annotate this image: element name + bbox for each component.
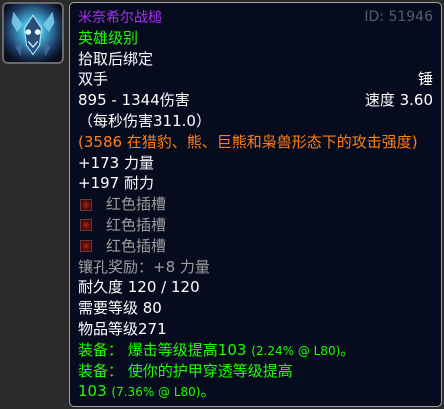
item-icon[interactable] <box>2 2 64 64</box>
equip-text: 爆击等级提高103 <box>127 340 247 359</box>
equip-effect-armor-pen: 装备： 使你的护甲穿透等级提高 <box>78 361 433 382</box>
equip-suffix: 。 <box>200 382 216 401</box>
socket-bonus: 镶孔奖励：+8 力量 <box>78 257 210 276</box>
weapon-dps: （每秒伤害311.0） <box>78 111 211 130</box>
stat-strength: +173 力量 <box>78 153 154 172</box>
mace-head-icon <box>4 4 62 62</box>
required-level: 需要等级 80 <box>78 299 162 318</box>
equip-text: 使你的护甲穿透等级提高 <box>127 361 293 380</box>
weapon-speed: 速度 3.60 <box>364 91 433 110</box>
red-socket-icon <box>80 198 92 211</box>
equip-value: 103 <box>78 382 107 401</box>
item-id: ID: 51946 <box>364 9 433 25</box>
item-slot: 双手 <box>78 70 109 89</box>
item-quality: 英雄级别 <box>78 28 139 47</box>
red-socket-icon <box>80 240 92 253</box>
equip-effect-crit: 装备： 爆击等级提高103 (2.24% @ L80)。 <box>78 340 433 361</box>
socket-row: 红色插槽 <box>78 194 433 215</box>
weapon-damage: 895 - 1344伤害 <box>78 91 190 110</box>
durability: 耐久度 120 / 120 <box>78 278 200 297</box>
equip-detail: (7.36% @ L80) <box>111 385 201 400</box>
weapon-type: 锤 <box>417 70 433 89</box>
socket-label: 红色插槽 <box>106 236 167 255</box>
socket-label: 红色插槽 <box>106 215 167 234</box>
equip-prefix: 装备： <box>78 340 124 359</box>
equip-prefix: 装备： <box>78 361 124 380</box>
item-binding: 拾取后绑定 <box>78 49 154 68</box>
stat-stamina: +197 耐力 <box>78 174 154 193</box>
socket-label: 红色插槽 <box>106 195 167 214</box>
red-socket-icon <box>80 219 92 232</box>
item-tooltip: 米奈希尔战槌 ID: 51946 英雄级别 拾取后绑定 双手 锤 895 - 1… <box>69 2 442 407</box>
equip-suffix: 。 <box>340 340 356 359</box>
equip-detail: (2.24% @ L80) <box>251 343 341 358</box>
equip-effect-armor-pen-value: 103 (7.36% @ L80)。 <box>78 381 433 402</box>
socket-row: 红色插槽 <box>78 236 433 257</box>
socket-row: 红色插槽 <box>78 215 433 236</box>
item-level: 物品等级271 <box>78 319 167 338</box>
item-name: 米奈希尔战槌 <box>78 10 162 26</box>
feral-attack-power: (3586 在猎豹、熊、巨熊和枭兽形态下的攻击强度) <box>78 132 418 151</box>
